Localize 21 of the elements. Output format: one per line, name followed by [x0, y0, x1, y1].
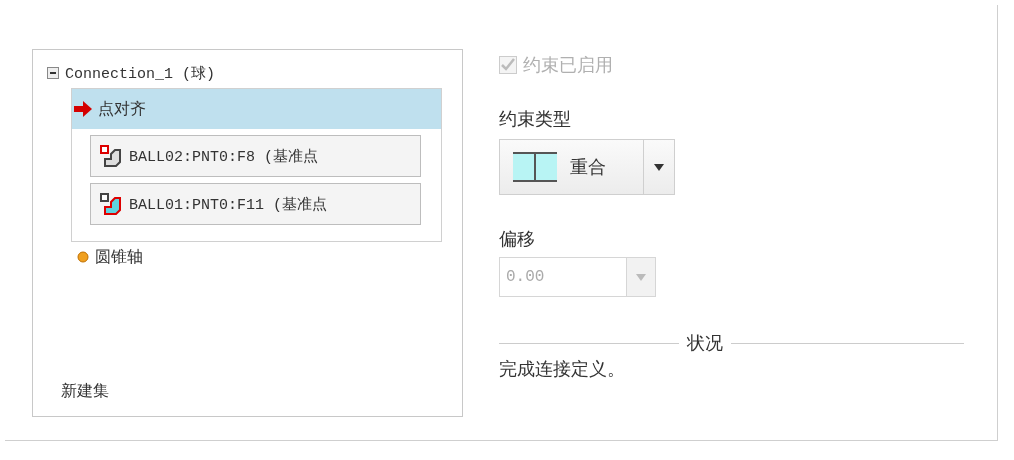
reference-item[interactable]: BALL02:PNT0:F8 (基准点: [90, 135, 421, 177]
caret-icon: [654, 163, 664, 171]
checkbox-label: 约束已启用: [523, 53, 613, 77]
constraint-item[interactable]: 圆锥轴: [71, 242, 462, 272]
collapse-icon[interactable]: [47, 67, 59, 79]
section-title: 状况: [687, 331, 723, 355]
connection-name[interactable]: Connection_1 (球): [65, 63, 216, 83]
constraint-item[interactable]: 点对齐: [72, 89, 441, 129]
field-label: 约束类型: [499, 107, 571, 131]
new-set-link[interactable]: 新建集: [61, 381, 109, 402]
status-message: 完成连接定义。: [499, 357, 625, 381]
arrow-icon: [74, 101, 92, 117]
part-icon: [99, 192, 123, 216]
caret-icon: [636, 273, 646, 281]
reference-item[interactable]: BALL01:PNT0:F11 (基准点: [90, 183, 421, 225]
constraint-type-dropdown[interactable]: 重合: [499, 139, 675, 195]
dropdown-button[interactable]: [626, 257, 656, 297]
part-icon: [99, 144, 123, 168]
dot-icon: [77, 251, 89, 263]
field-label: 偏移: [499, 227, 535, 251]
coincident-icon: [512, 152, 558, 182]
